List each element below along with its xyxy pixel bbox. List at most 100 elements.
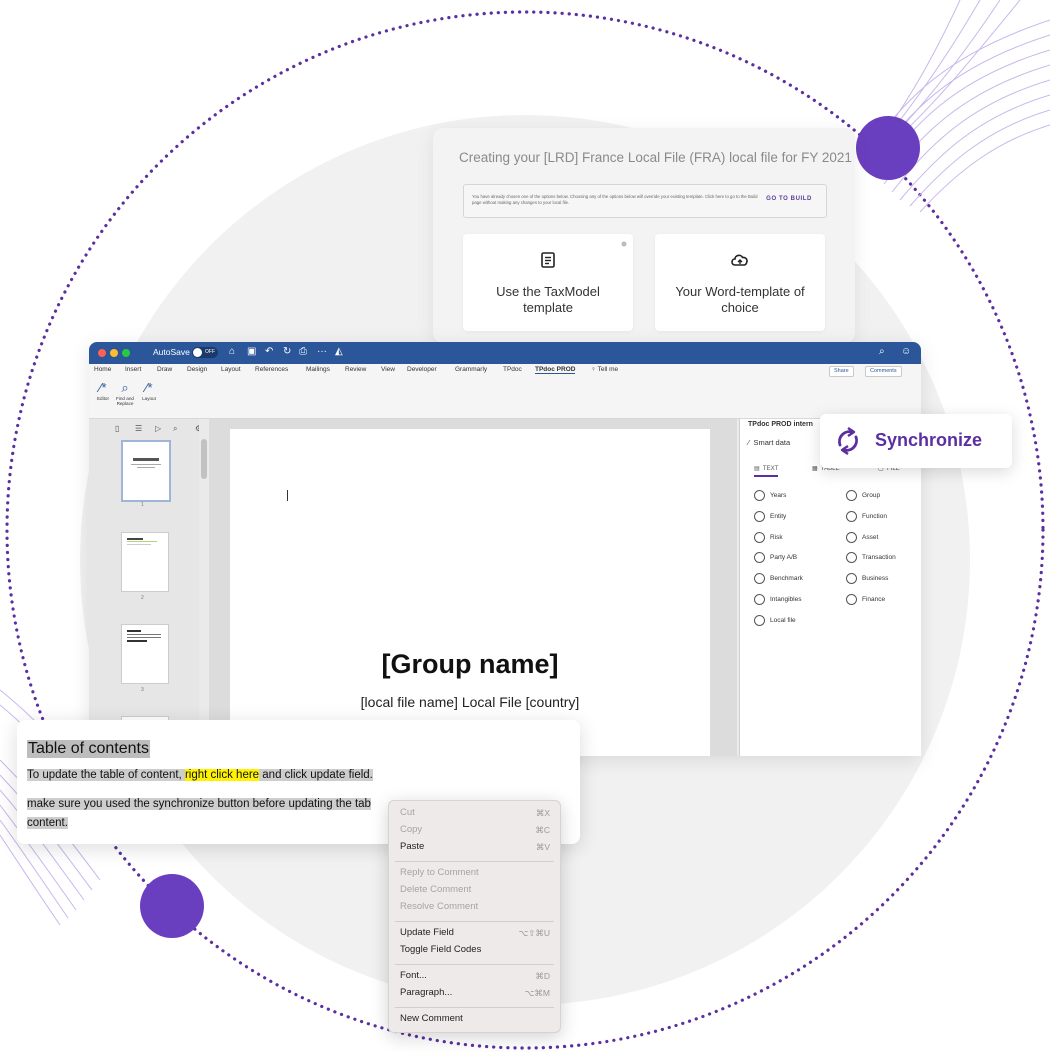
group-name-heading: [Group name]: [381, 649, 559, 679]
go-to-build-button[interactable]: GO TO BUILD: [766, 196, 812, 202]
cloud-upload-icon: [655, 252, 825, 270]
zoom-window-button[interactable]: [122, 349, 130, 357]
page-thumbnail[interactable]: [121, 624, 169, 684]
smart-data-option-finance[interactable]: Finance: [846, 594, 885, 606]
tab-layout[interactable]: Layout: [221, 366, 241, 373]
share-button[interactable]: Share: [829, 366, 854, 377]
smart-data-option-function[interactable]: Function: [846, 510, 887, 523]
tab-draw[interactable]: Draw: [157, 366, 172, 373]
tab-grammarly[interactable]: Grammarly: [455, 366, 487, 373]
radio-button[interactable]: [754, 510, 765, 522]
radio-button[interactable]: [754, 552, 765, 564]
taxmodel-template-option[interactable]: Use the TaxModel template: [463, 234, 633, 331]
radio-button[interactable]: [754, 614, 765, 626]
radio-button[interactable]: [846, 490, 857, 501]
more-icon[interactable]: ···: [317, 346, 327, 357]
find-replace-label: Find and Replace: [116, 396, 134, 406]
radio-button[interactable]: [846, 552, 857, 564]
context-menu: Cut ⌘X Copy ⌘C Paste ⌘V Reply to Comment Delete…: [388, 800, 561, 1033]
smart-data-option-years[interactable]: Years: [754, 490, 786, 502]
smart-data-option-business[interactable]: Business: [846, 573, 888, 585]
document-icon: [463, 252, 633, 270]
tab-text[interactable]: ▤ TEXT: [754, 465, 779, 477]
save-icon[interactable]: ▣: [247, 346, 256, 357]
comments-button[interactable]: Comments: [865, 366, 902, 377]
tab-home[interactable]: Home: [94, 366, 111, 373]
radio-button[interactable]: [846, 573, 857, 585]
menu-shortcut: ⌘C: [535, 825, 550, 835]
smart-data-option-transaction[interactable]: Transaction: [846, 552, 896, 564]
smart-data-button[interactable]: ⁄ Smart data: [748, 438, 790, 447]
toc-text: To update the table of content,: [27, 769, 185, 781]
editor-label: Editor: [96, 396, 109, 401]
radio-button[interactable]: [846, 510, 857, 522]
smart-data-option-local-file[interactable]: Local file: [754, 614, 796, 627]
document-page[interactable]: [Group name] [local file name] Local Fil…: [230, 429, 710, 756]
bookmark-icon[interactable]: ▷: [155, 424, 161, 433]
text-cursor: [287, 490, 288, 501]
word-template-option[interactable]: Your Word-template of choice: [655, 234, 825, 331]
account-icon[interactable]: ☺: [901, 346, 911, 357]
redo-icon[interactable]: ↻: [283, 346, 291, 357]
radio-button[interactable]: [754, 490, 765, 501]
smart-data-option-risk[interactable]: Risk: [754, 531, 783, 544]
tab-design[interactable]: Design: [187, 366, 207, 373]
tab-text-label: TEXT: [762, 466, 779, 472]
search-icon[interactable]: ⌕: [173, 424, 177, 434]
menu-item-font[interactable]: Font...: [400, 970, 427, 981]
panel-title: TPdoc PROD intern: [748, 421, 813, 428]
radio-button[interactable]: [754, 531, 765, 543]
editor-button[interactable]: ⁄* Editor: [91, 380, 115, 401]
tab-developer[interactable]: Developer: [407, 366, 437, 373]
find-replace-button[interactable]: ⌕ Find and Replace: [113, 380, 137, 406]
smart-data-option-party-a-b[interactable]: Party A/B: [754, 552, 797, 564]
search-icon[interactable]: ⌕: [879, 346, 885, 357]
option-label: Years: [770, 492, 787, 500]
smart-data-option-group[interactable]: Group: [846, 490, 880, 502]
tab-tpdoc-prod[interactable]: TPdoc PROD: [535, 366, 576, 374]
tab-review[interactable]: Review: [345, 366, 366, 373]
smart-data-option-intangibles[interactable]: Intangibles: [754, 594, 801, 606]
tab-view[interactable]: View: [381, 366, 395, 373]
close-window-button[interactable]: [98, 349, 106, 357]
radio-button[interactable]: [846, 531, 857, 543]
smart-data-option-entity[interactable]: Entity: [754, 510, 786, 523]
tab-references[interactable]: References: [255, 366, 288, 373]
tab-tpdoc[interactable]: TPdoc: [503, 366, 522, 373]
smart-data-option-benchmark[interactable]: Benchmark: [754, 573, 803, 585]
page-number: 1: [141, 502, 144, 508]
menu-item-update-field[interactable]: Update Field: [400, 927, 454, 938]
print-icon[interactable]: ⎙: [299, 346, 307, 357]
smart-data-label: Smart data: [753, 438, 791, 447]
home-icon[interactable]: ⌂: [229, 346, 235, 357]
thumbnails-icon[interactable]: ▯: [115, 424, 119, 433]
menu-item-paste[interactable]: Paste: [400, 841, 424, 852]
tab-tell-me[interactable]: ♀ Tell me: [591, 366, 618, 373]
navigation-pane: ▯ ☰ ▷ ⌕ ⚙ 1 2 3: [89, 419, 207, 756]
synchronize-button[interactable]: Synchronize: [820, 414, 1012, 468]
tab-mailings[interactable]: Mailings: [306, 366, 330, 373]
smart-data-option-asset[interactable]: Asset: [846, 531, 878, 544]
autosave-toggle[interactable]: OFF: [192, 347, 218, 358]
thumbnail-scrollbar[interactable]: [201, 439, 207, 479]
synchronize-label: Synchronize: [875, 430, 983, 450]
option-label: Group: [862, 492, 881, 500]
radio-button[interactable]: [846, 594, 857, 605]
menu-separator: [395, 1007, 554, 1008]
page-thumbnail[interactable]: [121, 532, 169, 592]
page-thumbnail[interactable]: [121, 440, 171, 502]
menu-item-toggle-field-codes[interactable]: Toggle Field Codes: [400, 944, 481, 955]
taxmodel-option-label: Use the TaxModel template: [496, 284, 600, 315]
radio-button[interactable]: [754, 594, 765, 605]
magic-wand-icon: ⁄: [748, 438, 750, 447]
undo-icon[interactable]: ↶: [265, 346, 273, 357]
radio-button[interactable]: [754, 573, 765, 585]
layout-button[interactable]: ⁄* Layout: [137, 380, 161, 401]
outline-icon[interactable]: ☰: [135, 424, 142, 433]
tab-insert[interactable]: Insert: [125, 366, 141, 373]
menu-item-paragraph[interactable]: Paragraph...: [400, 987, 452, 998]
right-click-target[interactable]: right click here: [184, 769, 260, 781]
minimize-window-button[interactable]: [110, 349, 118, 357]
format-icon[interactable]: ◭: [335, 346, 343, 357]
menu-item-new-comment[interactable]: New Comment: [400, 1013, 463, 1024]
